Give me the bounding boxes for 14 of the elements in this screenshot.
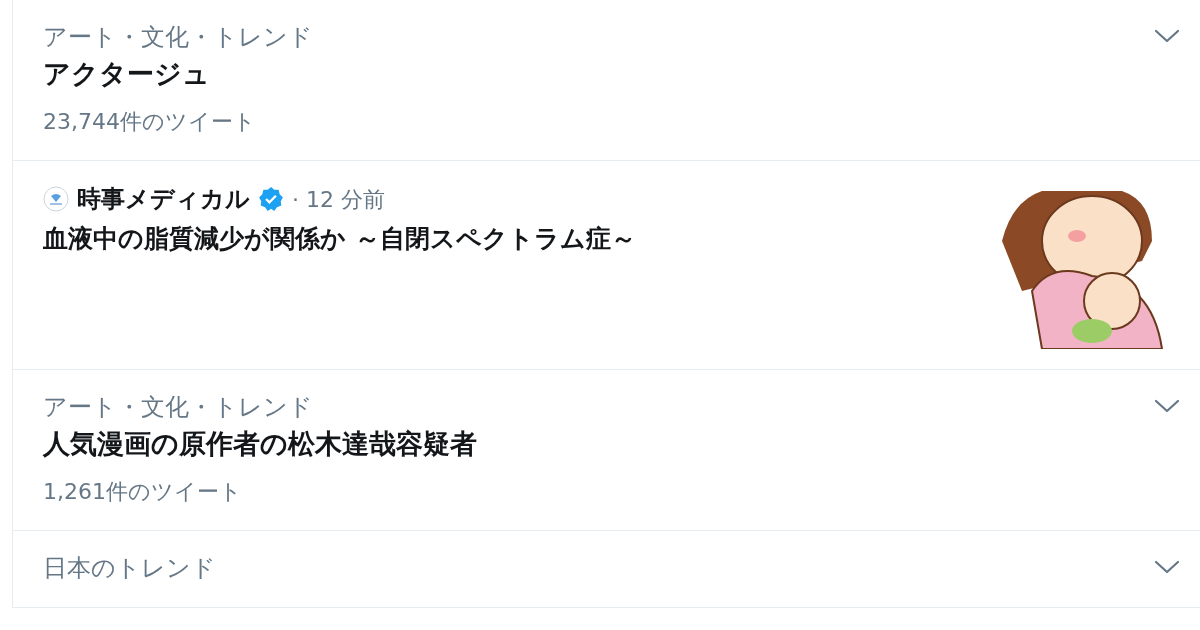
chevron-down-icon[interactable] xyxy=(1154,559,1180,575)
trend-title[interactable]: 人気漫画の原作者の松木達哉容疑者 xyxy=(43,424,477,464)
trend-category: アート・文化・トレンド xyxy=(43,392,314,423)
chevron-down-icon[interactable] xyxy=(1154,398,1180,414)
source-avatar-icon xyxy=(43,186,69,212)
news-headline[interactable]: 血液中の脂質減少が関係か ～自閉スペクトラム症～ xyxy=(43,219,636,259)
post-time: · 12 分前 xyxy=(292,185,385,214)
source-name[interactable]: 時事メディカル xyxy=(77,181,250,217)
trend-category: アート・文化・トレンド xyxy=(43,22,313,53)
tweet-count: 1,261件のツイート xyxy=(43,478,243,506)
trend-category: 日本のトレンド xyxy=(43,553,216,584)
tweet-count: 23,744件のツイート xyxy=(43,108,257,136)
chevron-down-icon[interactable] xyxy=(1154,28,1180,44)
trend-title[interactable]: アクタージュ xyxy=(43,54,313,94)
